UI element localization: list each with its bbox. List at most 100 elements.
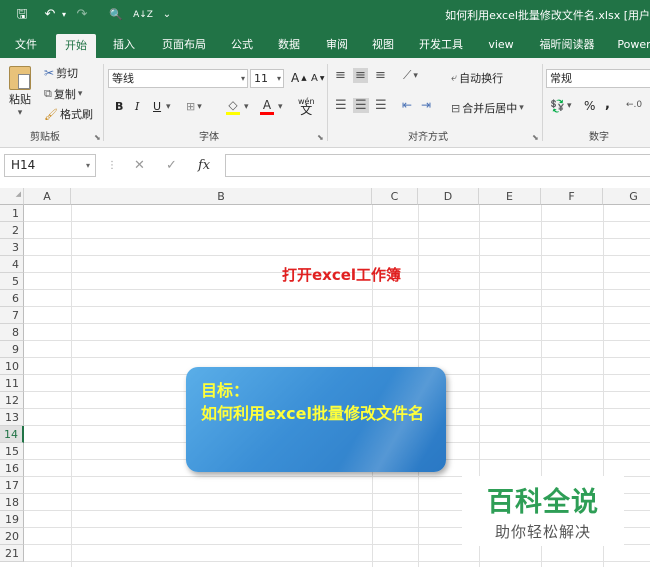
grow-font-button[interactable]: A ▲ xyxy=(291,71,307,85)
fill-dropdown-icon[interactable]: ▾ xyxy=(244,102,249,112)
worksheet-grid[interactable]: ◢ A B C D E F G 1 2 3 4 5 6 7 8 9 10 11 12 13 14 15 16 1… xyxy=(0,188,650,567)
paste-button[interactable]: 粘贴 ▾ xyxy=(9,66,31,118)
format-painter-button[interactable]: 🖌 格式刷 xyxy=(44,106,93,122)
row-header[interactable]: 12 xyxy=(0,392,24,409)
currency-button[interactable]: 💱 ▾ xyxy=(550,99,571,113)
increase-indent-icon[interactable]: ⇥ xyxy=(421,98,431,112)
column-header[interactable]: B xyxy=(71,188,372,205)
row-header[interactable]: 4 xyxy=(0,256,24,273)
column-header[interactable]: C xyxy=(372,188,418,205)
column-header[interactable]: D xyxy=(418,188,479,205)
comma-style-button[interactable]: , xyxy=(605,97,610,112)
sort-icon[interactable]: A↓Z xyxy=(132,6,154,24)
italic-button[interactable]: I xyxy=(135,100,139,113)
font-name-select[interactable]: 等线 ▾ xyxy=(108,69,248,88)
decrease-indent-icon[interactable]: ⇤ xyxy=(402,98,412,112)
shrink-font-button[interactable]: A ▼ xyxy=(311,73,324,84)
font-name-value: 等线 xyxy=(112,72,134,85)
tab-insert[interactable]: 插入 xyxy=(106,31,142,58)
align-left-icon[interactable]: ☰ xyxy=(335,98,347,113)
cell-text-open-workbook[interactable]: 打开excel工作簿 xyxy=(282,264,401,285)
tab-review[interactable]: 审阅 xyxy=(318,31,356,58)
row-header[interactable]: 8 xyxy=(0,324,24,341)
tab-developer[interactable]: 开发工具 xyxy=(410,31,472,58)
bold-button[interactable]: B xyxy=(115,100,123,113)
row-header[interactable]: 15 xyxy=(0,443,24,460)
tab-formulas[interactable]: 公式 xyxy=(224,31,260,58)
print-preview-icon[interactable]: 🔍 xyxy=(108,6,124,24)
row-header[interactable]: 14 xyxy=(0,426,24,443)
wrap-text-icon: ⤶ xyxy=(451,71,458,84)
save-icon[interactable]: 🖫 xyxy=(14,6,30,24)
tab-foxit-reader[interactable]: 福昕阅读器 xyxy=(532,31,602,58)
tab-data[interactable]: 数据 xyxy=(270,31,308,58)
fill-color-button[interactable]: ◇ xyxy=(226,98,240,115)
font-color-button[interactable]: A xyxy=(260,98,274,115)
tab-page-layout[interactable]: 页面布局 xyxy=(154,31,214,58)
alignment-launcher-icon[interactable]: ⬊ xyxy=(532,133,539,142)
enter-icon[interactable]: ✓ xyxy=(166,154,177,177)
row-header[interactable]: 2 xyxy=(0,222,24,239)
customize-toolbar-icon[interactable]: ⌄ xyxy=(162,6,172,24)
copy-label: 复制 xyxy=(53,88,76,101)
column-header[interactable]: E xyxy=(479,188,541,205)
row-header[interactable]: 9 xyxy=(0,341,24,358)
orientation-button[interactable]: ⟋ ▾ xyxy=(403,68,418,83)
goal-callout-shape[interactable]: 目标： 如何利用excel批量修改文件名 xyxy=(186,367,446,472)
align-bottom-icon[interactable]: ≡ xyxy=(375,68,386,83)
row-header[interactable]: 7 xyxy=(0,307,24,324)
tab-view-en[interactable]: view xyxy=(480,31,522,58)
percent-button[interactable]: % xyxy=(584,99,595,113)
row-header[interactable]: 16 xyxy=(0,460,24,477)
column-header[interactable]: F xyxy=(541,188,603,205)
formula-input[interactable] xyxy=(225,154,650,177)
border-button[interactable]: ⊞ ▾ xyxy=(186,100,202,113)
name-box[interactable]: H14 ▾ xyxy=(4,154,96,177)
tab-file[interactable]: 文件 xyxy=(8,31,44,58)
align-right-icon[interactable]: ☰ xyxy=(375,98,387,113)
row-header[interactable]: 6 xyxy=(0,290,24,307)
row-header[interactable]: 1 xyxy=(0,205,24,222)
number-format-select[interactable]: 常规 xyxy=(546,69,650,88)
insert-function-icon[interactable]: fx xyxy=(198,154,210,177)
undo-dropdown-icon[interactable]: ▾ xyxy=(60,6,68,24)
merge-icon: ⊟ xyxy=(451,101,461,115)
clipboard-launcher-icon[interactable]: ⬊ xyxy=(94,133,101,142)
watermark-logo: 百科全说 助你轻松解决 xyxy=(462,476,624,546)
row-header[interactable]: 3 xyxy=(0,239,24,256)
copy-button[interactable]: ⧉ 复制 ▾ xyxy=(44,86,82,102)
phonetic-button[interactable]: wén 文 xyxy=(298,97,315,116)
tab-home[interactable]: 开始 xyxy=(56,34,96,58)
wrap-text-button[interactable]: ⤶ 自动换行 xyxy=(451,70,503,86)
font-launcher-icon[interactable]: ⬊ xyxy=(317,133,324,142)
align-middle-icon[interactable]: ≡ xyxy=(353,68,368,83)
row-header[interactable]: 21 xyxy=(0,545,24,562)
cut-button[interactable]: ✂ 剪切 xyxy=(44,65,78,81)
grid-line xyxy=(24,238,650,239)
row-header[interactable]: 5 xyxy=(0,273,24,290)
redo-icon[interactable]: ↷ xyxy=(74,6,90,24)
tab-view[interactable]: 视图 xyxy=(364,31,402,58)
row-header[interactable]: 10 xyxy=(0,358,24,375)
underline-button[interactable]: U xyxy=(153,100,161,113)
merge-center-button[interactable]: ⊟ 合并后居中 ▾ xyxy=(451,100,524,116)
column-header[interactable]: A xyxy=(24,188,71,205)
align-top-icon[interactable]: ≡ xyxy=(335,68,346,83)
row-header[interactable]: 19 xyxy=(0,511,24,528)
row-header[interactable]: 13 xyxy=(0,409,24,426)
undo-icon[interactable]: ↶ xyxy=(42,6,58,24)
tab-power[interactable]: Power xyxy=(612,31,650,58)
font-color-dropdown-icon[interactable]: ▾ xyxy=(278,102,283,112)
row-header[interactable]: 11 xyxy=(0,375,24,392)
row-header[interactable]: 20 xyxy=(0,528,24,545)
underline-dropdown-icon[interactable]: ▾ xyxy=(166,102,171,112)
increase-decimal-icon[interactable]: ←.0 xyxy=(626,100,642,110)
cancel-icon[interactable]: ✕ xyxy=(134,154,145,177)
row-header[interactable]: 17 xyxy=(0,477,24,494)
align-center-icon[interactable]: ☰ xyxy=(353,98,369,113)
row-header[interactable]: 18 xyxy=(0,494,24,511)
font-size-select[interactable]: 11 ▾ xyxy=(250,69,284,88)
column-header[interactable]: G xyxy=(603,188,650,205)
select-all-corner[interactable]: ◢ xyxy=(0,188,24,205)
chevron-down-icon: ▾ xyxy=(519,103,524,113)
